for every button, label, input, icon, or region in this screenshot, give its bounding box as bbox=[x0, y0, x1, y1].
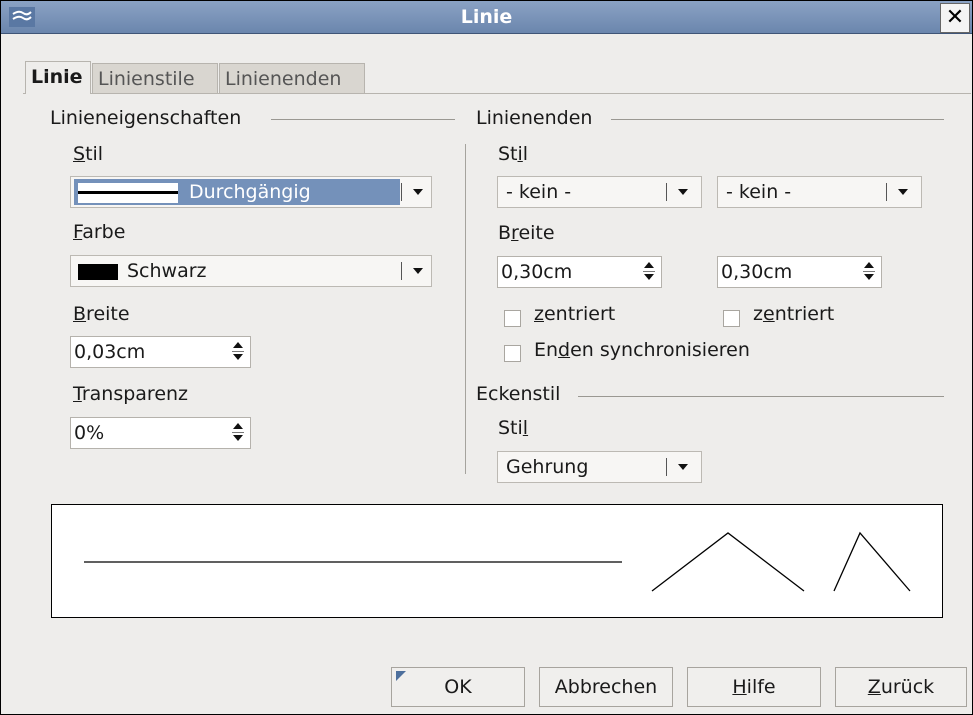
help-button-label: Hilfe bbox=[732, 676, 776, 698]
start-width-value: 0,30cm bbox=[501, 261, 573, 283]
line-width-spinner[interactable]: 0,03cm bbox=[70, 336, 251, 368]
line-preview bbox=[51, 504, 943, 618]
line-color-value: Schwarz bbox=[127, 260, 207, 282]
centered-start-checkbox[interactable] bbox=[504, 310, 521, 327]
color-swatch bbox=[78, 264, 118, 280]
chevron-down-icon[interactable] bbox=[413, 189, 423, 195]
spin-divider bbox=[863, 271, 875, 272]
end-style-value: - kein - bbox=[726, 181, 792, 203]
line-dialog: Linie ✕ Linie Linienstile Linienenden Li… bbox=[0, 0, 973, 715]
spin-up-icon[interactable] bbox=[233, 342, 243, 348]
spin-divider bbox=[232, 351, 244, 352]
line-style-value: Durchgängig bbox=[189, 181, 311, 203]
cancel-button[interactable]: Abbrechen bbox=[539, 667, 673, 707]
spin-up-icon[interactable] bbox=[644, 262, 654, 268]
cancel-button-label: Abbrechen bbox=[554, 676, 658, 698]
spin-down-icon[interactable] bbox=[233, 354, 243, 360]
close-icon: ✕ bbox=[945, 5, 965, 30]
start-style-select[interactable]: - kein - bbox=[497, 176, 702, 208]
start-width-spinner[interactable]: 0,30cm bbox=[497, 256, 662, 288]
spin-down-icon[interactable] bbox=[864, 274, 874, 280]
close-button[interactable]: ✕ bbox=[940, 3, 970, 33]
line-width-value: 0,03cm bbox=[74, 341, 146, 363]
transparency-label: Transparenz bbox=[73, 383, 189, 405]
group-divider bbox=[611, 119, 944, 120]
ok-button[interactable]: OK bbox=[391, 667, 525, 707]
preview-wide-angle-line bbox=[651, 532, 805, 592]
centered-end-checkbox[interactable] bbox=[723, 310, 740, 327]
start-style-value: - kein - bbox=[506, 181, 572, 203]
back-button-label: Zurück bbox=[867, 676, 935, 698]
corner-style-title: Eckenstil bbox=[476, 383, 561, 405]
line-ends-title: Linienenden bbox=[476, 107, 593, 129]
chevron-down-icon[interactable] bbox=[413, 268, 423, 274]
chevron-down-icon[interactable] bbox=[898, 189, 908, 195]
end-width-value: 0,30cm bbox=[721, 261, 793, 283]
line-properties-title: Linieneigenschaften bbox=[50, 107, 242, 129]
spin-buttons[interactable] bbox=[232, 342, 244, 362]
back-button[interactable]: Zurück bbox=[835, 667, 967, 707]
centered-start-label: zentriert bbox=[534, 303, 616, 325]
spin-up-icon[interactable] bbox=[864, 262, 874, 268]
width-label: Breite bbox=[73, 303, 130, 325]
spin-up-icon[interactable] bbox=[233, 423, 243, 429]
spin-buttons[interactable] bbox=[643, 262, 655, 282]
spin-down-icon[interactable] bbox=[644, 274, 654, 280]
style-label: Stil bbox=[73, 143, 104, 165]
spin-buttons[interactable] bbox=[863, 262, 875, 282]
preview-narrow-angle-line bbox=[833, 531, 911, 592]
combo-separator bbox=[666, 458, 667, 476]
transparency-value: 0% bbox=[74, 422, 105, 444]
line-style-select[interactable]: Durchgängig bbox=[70, 176, 432, 208]
spin-divider bbox=[232, 432, 244, 433]
corner-style-value: Gehrung bbox=[506, 456, 589, 478]
centered-end-label: zentriert bbox=[753, 303, 835, 325]
default-button-marker-icon bbox=[396, 671, 406, 681]
group-divider bbox=[578, 396, 944, 397]
tab-linienstile[interactable]: Linienstile bbox=[92, 63, 218, 94]
color-label: Farbe bbox=[73, 221, 126, 243]
combo-separator bbox=[401, 183, 402, 201]
ok-button-label: OK bbox=[444, 676, 472, 698]
line-color-select[interactable]: Schwarz bbox=[70, 255, 432, 287]
solid-line-preview-icon bbox=[78, 183, 178, 203]
spin-buttons[interactable] bbox=[232, 423, 244, 443]
line-ends-width-label: Breite bbox=[498, 222, 555, 244]
combo-separator bbox=[666, 183, 667, 201]
group-divider bbox=[271, 119, 455, 120]
help-button[interactable]: Hilfe bbox=[687, 667, 821, 707]
corner-style-select[interactable]: Gehrung bbox=[497, 451, 702, 483]
combo-separator bbox=[886, 183, 887, 201]
vertical-separator bbox=[465, 144, 466, 474]
line-ends-style-label: Stil bbox=[498, 143, 529, 165]
transparency-spinner[interactable]: 0% bbox=[70, 417, 251, 449]
window-title: Linie bbox=[460, 6, 513, 28]
title-bar: Linie ✕ bbox=[1, 1, 972, 34]
combo-separator bbox=[401, 262, 402, 280]
tab-linie[interactable]: Linie bbox=[25, 61, 91, 94]
line-preview-graphic bbox=[84, 531, 911, 592]
spin-divider bbox=[643, 271, 655, 272]
tab-linienenden[interactable]: Linienenden bbox=[219, 63, 365, 94]
chevron-down-icon[interactable] bbox=[678, 464, 688, 470]
sync-ends-checkbox[interactable] bbox=[504, 345, 521, 362]
corner-style-label: Stil bbox=[498, 417, 529, 439]
chevron-down-icon[interactable] bbox=[678, 189, 688, 195]
spin-down-icon[interactable] bbox=[233, 435, 243, 441]
sync-ends-label: Enden synchronisieren bbox=[534, 339, 750, 361]
end-width-spinner[interactable]: 0,30cm bbox=[717, 256, 882, 288]
end-style-select[interactable]: - kein - bbox=[717, 176, 922, 208]
